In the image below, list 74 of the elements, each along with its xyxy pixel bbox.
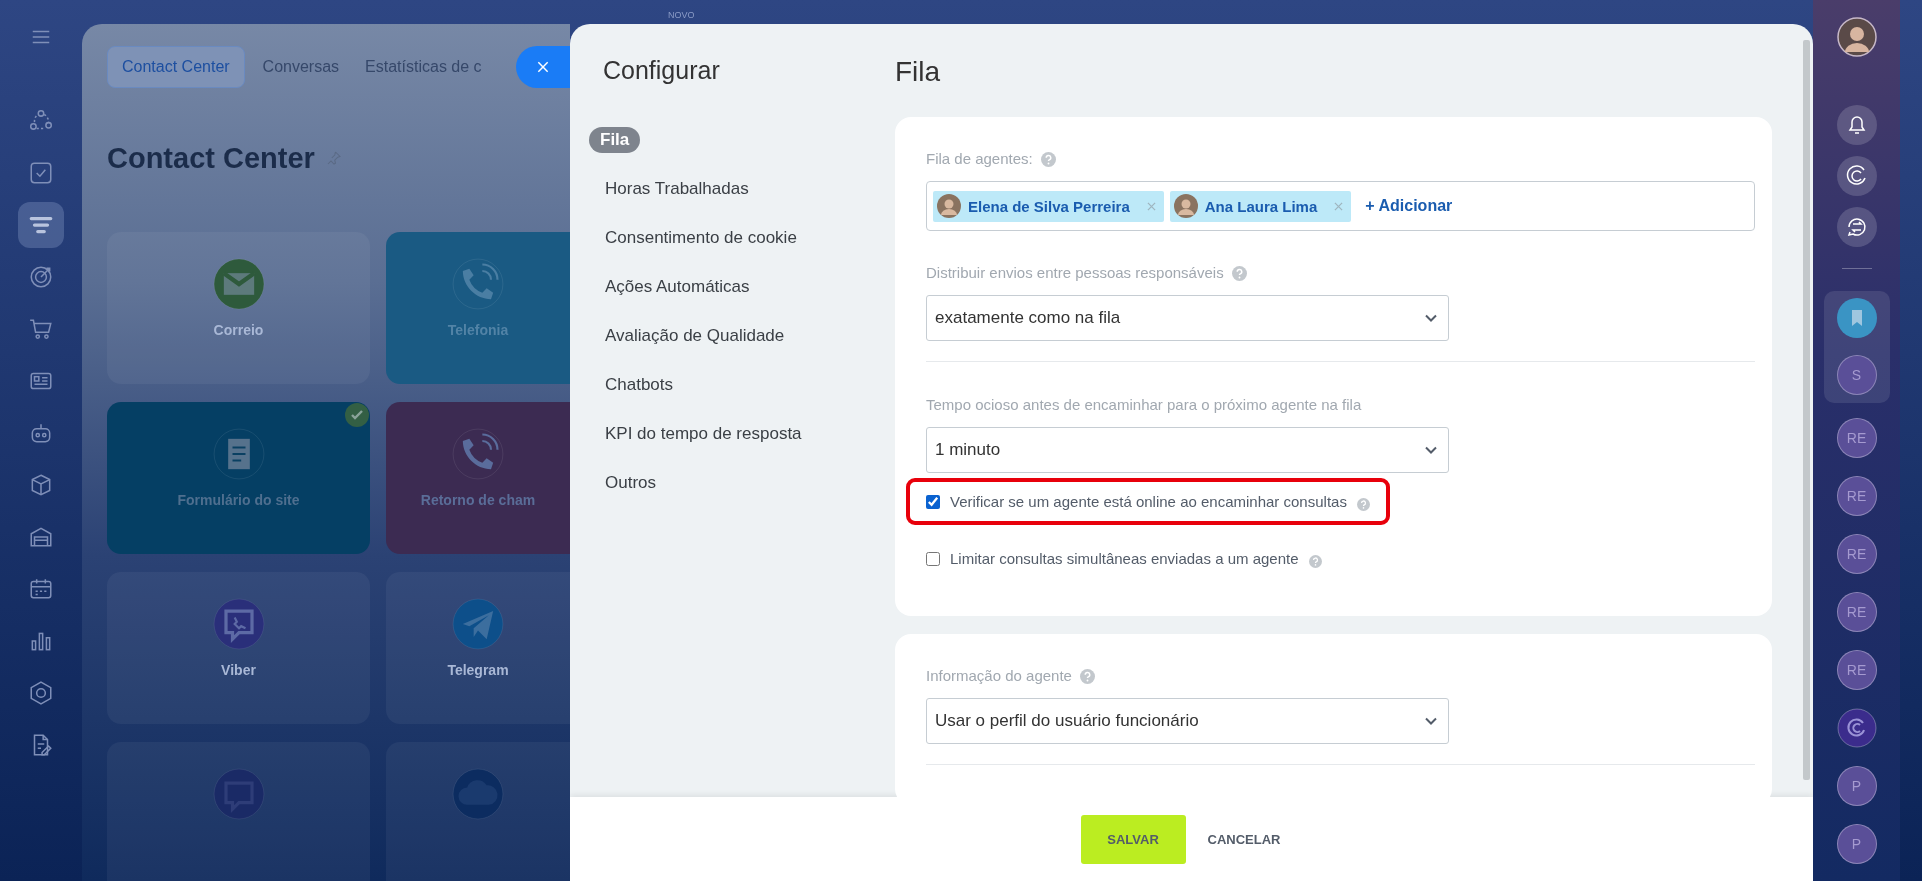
nav-item[interactable] — [18, 202, 64, 248]
channel-tile[interactable] — [107, 742, 370, 881]
close-icon — [535, 59, 551, 75]
save-button[interactable]: SALVAR — [1080, 814, 1186, 864]
menu-item[interactable]: Chatbots — [589, 372, 690, 398]
field-label: Tempo ocioso antes de encaminhar para o próximo agente na fila — [926, 395, 1362, 415]
avatar-icon — [937, 194, 961, 218]
dropdown[interactable]: exatamente como na fila — [926, 295, 1449, 341]
cancel-button[interactable]: CANCELAR — [1199, 821, 1289, 857]
spiral-avatar-icon[interactable] — [1836, 708, 1877, 748]
chat-avatar[interactable]: RE — [1836, 476, 1877, 516]
channel-tile[interactable]: Retorno de cham — [386, 402, 570, 554]
agent-name: Elena de Silva Perreira — [968, 197, 1130, 215]
tile-label: Telefonia — [447, 322, 509, 338]
new-label: NOVO — [668, 10, 695, 20]
tile-label: Viber — [221, 662, 256, 678]
user-avatar-icon[interactable] — [1836, 17, 1877, 57]
agent-name: Ana Laura Lima — [1204, 197, 1318, 215]
tile-label: Retorno de cham — [420, 492, 536, 508]
paper-plane-icon — [452, 598, 504, 650]
document-icon — [212, 428, 265, 480]
menu-item[interactable]: Ações Automáticas — [589, 274, 766, 300]
checkbox[interactable] — [926, 494, 940, 509]
dropdown[interactable]: Usar o perfil do usuário funcionário — [926, 698, 1449, 744]
chat-avatar[interactable]: S — [1836, 355, 1877, 395]
chat-arrows-icon[interactable] — [1836, 207, 1877, 247]
field-label: Informação do agente — [926, 666, 1072, 686]
menu-item[interactable]: Horas Trabalhadas — [589, 176, 765, 202]
tab[interactable]: Conversas — [254, 58, 348, 76]
add-link[interactable]: + Adicionar — [1365, 197, 1453, 215]
avatar-icon — [1173, 194, 1198, 218]
checkbox-label: Verificar se um agente está online ao encaminhar consultas — [950, 493, 1347, 510]
cloud-icon — [452, 768, 504, 820]
checkbox-label: Limitar consultas simultâneas enviadas a um agente — [950, 550, 1299, 567]
field-label: Fila de agentes: — [926, 149, 1033, 169]
scrollbar-thumb[interactable] — [1803, 40, 1810, 780]
chat-avatar[interactable]: RE — [1836, 418, 1877, 458]
checkbox[interactable] — [926, 551, 940, 566]
channel-tile[interactable] — [386, 742, 570, 881]
menu-item[interactable]: KPI do tempo de resposta — [589, 421, 818, 447]
panel-title: Configurar — [602, 55, 721, 86]
menu-item[interactable]: Outros — [589, 470, 673, 496]
channel-tile[interactable]: Viber — [107, 572, 370, 724]
dropdown[interactable]: 1 minuto — [926, 427, 1449, 473]
hexagon-icon — [28, 680, 54, 706]
envelope-icon — [212, 258, 265, 310]
tile-label: Telegram — [447, 662, 509, 678]
chat-icon — [212, 768, 265, 820]
bell-icon[interactable] — [1836, 105, 1877, 145]
chat-phone-icon — [212, 598, 265, 650]
task-checkbox-icon — [28, 160, 54, 186]
page-title: Contact Center — [107, 141, 315, 175]
tile-label: Formulário do site — [177, 492, 300, 508]
agents-field[interactable]: Elena de Silva Perreira Ana Laura Lima + Adicionar — [926, 181, 1755, 231]
tile-label: Correio — [213, 322, 264, 338]
tab[interactable]: Contact Center — [107, 46, 245, 88]
field-label: Distribuir envios entre pessoas responsáveis — [926, 263, 1224, 283]
chat-avatar[interactable]: RE — [1836, 534, 1877, 574]
bookmark-icon[interactable] — [1836, 298, 1877, 338]
chat-avatar[interactable]: P — [1836, 824, 1877, 864]
target-icon — [28, 264, 54, 290]
tab[interactable]: Estatísticas de c — [357, 58, 490, 76]
phone-icon — [452, 258, 504, 310]
menu-item[interactable]: Avaliação de Qualidade — [589, 323, 801, 349]
channel-tile[interactable]: Telegram — [386, 572, 570, 724]
chat-avatar[interactable]: P — [1836, 766, 1877, 806]
chat-avatar[interactable]: RE — [1836, 592, 1877, 632]
channel-tile[interactable]: Correio — [107, 232, 370, 384]
menu-item[interactable]: Consentimento de cookie — [589, 225, 813, 251]
section-heading: Fila — [895, 55, 942, 89]
menu-item[interactable]: Fila — [589, 127, 641, 153]
spiral-icon[interactable] — [1836, 156, 1877, 196]
chat-avatar[interactable]: RE — [1836, 650, 1877, 690]
phone-icon — [452, 428, 504, 480]
